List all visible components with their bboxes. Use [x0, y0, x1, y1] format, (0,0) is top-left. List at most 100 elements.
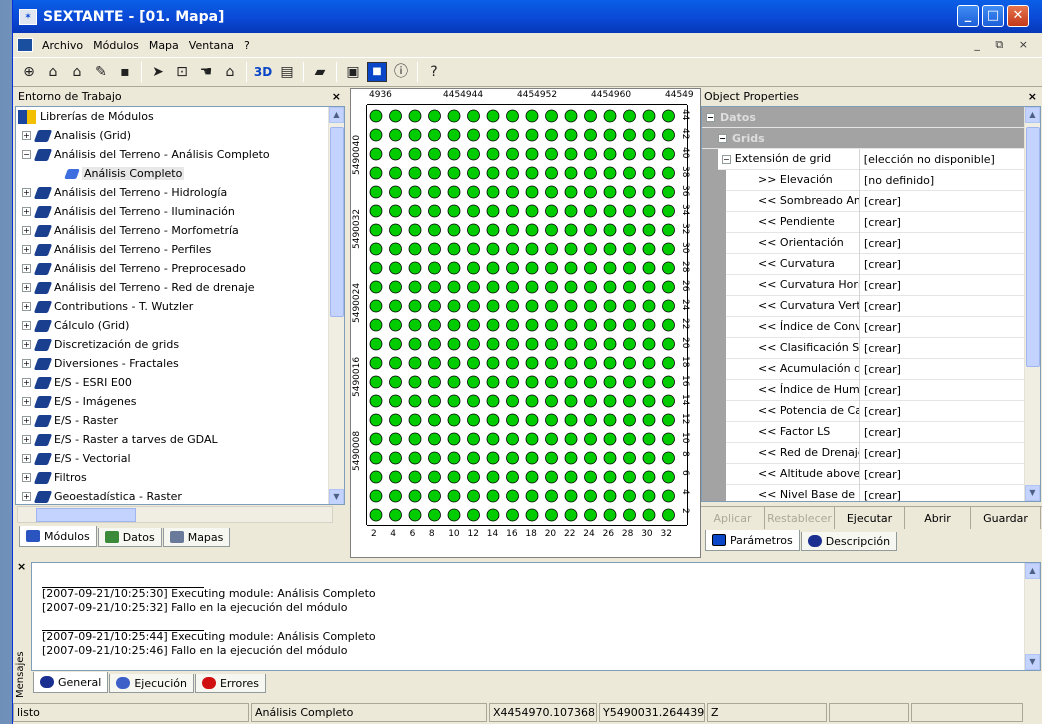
tree-item[interactable]: + E/S - Raster a tarves de GDAL — [16, 430, 344, 449]
expand-icon[interactable]: + — [22, 492, 31, 501]
close-button[interactable]: ✕ — [1007, 5, 1029, 27]
expand-icon[interactable]: + — [22, 359, 31, 368]
tree-item[interactable]: + Análisis del Terreno - Hidrología — [16, 183, 344, 202]
tab-datos[interactable]: Datos — [97, 528, 162, 547]
panel-close-button[interactable]: × — [332, 90, 341, 103]
menu-ventana[interactable]: Ventana — [184, 39, 239, 52]
property-row[interactable]: << Curvatura [crear] — [702, 253, 1025, 275]
tree-scrollbar[interactable]: ▲ ▼ — [328, 107, 344, 504]
tree-item[interactable]: + E/S - Vectorial — [16, 449, 344, 468]
zoom-layer-icon[interactable]: ✎ — [91, 62, 111, 82]
expand-icon[interactable]: + — [22, 435, 31, 444]
collapse-icon[interactable]: − — [718, 133, 727, 143]
scroll-up-arrow[interactable]: ▲ — [1025, 563, 1040, 579]
property-row[interactable]: << Altitude above [crear] — [702, 463, 1025, 485]
tree-item[interactable]: + Análisis del Terreno - Iluminación — [16, 202, 344, 221]
expand-icon[interactable]: + — [22, 340, 31, 349]
map-window-icon[interactable]: ■ — [367, 62, 387, 82]
tab-descripcion[interactable]: Descripción — [800, 532, 898, 551]
tab-mapas[interactable]: Mapas — [162, 528, 231, 547]
tree-item[interactable]: + Análisis del Terreno - Perfiles — [16, 240, 344, 259]
map-view[interactable]: 4936 4454944 4454952 4454960 44549 5490040 54… — [350, 88, 701, 558]
tree-item[interactable]: + Analisis (Grid) — [16, 126, 344, 145]
property-row[interactable]: << Sombreado Analítico[crear] — [702, 190, 1025, 212]
scroll-up-arrow[interactable]: ▲ — [1025, 107, 1040, 123]
tree-hscrollbar[interactable] — [17, 506, 333, 523]
document-icon[interactable] — [17, 38, 33, 52]
tree-item[interactable]: + Análisis del Terreno - Morfometría — [16, 221, 344, 240]
measure-icon[interactable]: ⌂ — [220, 62, 240, 82]
tree-item[interactable]: + E/S - Raster — [16, 411, 344, 430]
save-button[interactable]: Guardar — [971, 507, 1041, 529]
expand-icon[interactable]: + — [22, 131, 31, 140]
zoom-out-icon[interactable]: ⌂ — [67, 62, 87, 82]
layout-icon[interactable]: ▤ — [277, 62, 297, 82]
menu-modulos[interactable]: Módulos — [88, 39, 144, 52]
execute-button[interactable]: Ejecutar — [835, 507, 905, 529]
property-row[interactable]: << Potencia de Cauce[crear] — [702, 400, 1025, 422]
zoom-previous-icon[interactable]: ▪ — [115, 62, 135, 82]
expand-icon[interactable]: + — [22, 397, 31, 406]
property-row[interactable]: << Clasificación Semántica[crear] — [702, 337, 1025, 359]
tree-item[interactable]: + Análisis del Terreno - Preprocesado — [16, 259, 344, 278]
expand-icon[interactable]: + — [22, 188, 31, 197]
tree-item[interactable]: Análisis Completo — [16, 164, 344, 183]
property-row[interactable]: << Orientación [crear] — [702, 232, 1025, 254]
mdi-controls[interactable]: _ ⧉ × — [974, 38, 1034, 52]
expand-icon[interactable]: + — [22, 378, 31, 387]
prop-extension-grid[interactable]: − Extensión de grid [elección no disponibl… — [702, 148, 1025, 170]
tree-item[interactable]: + Discretización de grids — [16, 335, 344, 354]
title-bar[interactable]: ✶ SEXTANTE - [01. Mapa] _ □ ✕ — [13, 0, 1042, 33]
open-folder-icon[interactable]: ▰ — [310, 62, 330, 82]
props-scrollbar[interactable]: ▲ ▼ — [1024, 107, 1040, 501]
reset-button[interactable]: Restablecer — [765, 507, 835, 529]
property-row[interactable]: << Índice de Humedad[crear] — [702, 379, 1025, 401]
hscroll-thumb[interactable] — [36, 508, 136, 522]
property-row[interactable]: << Acumulación de flujo[crear] — [702, 358, 1025, 380]
3d-view-icon[interactable]: 3D — [253, 62, 273, 82]
tree-item[interactable]: + Análisis del Terreno - Red de drenaje — [16, 278, 344, 297]
pan-hand-icon[interactable]: ☚ — [196, 62, 216, 82]
property-row[interactable]: << Nivel Base de Red[crear] — [702, 484, 1025, 501]
help-icon[interactable]: ? — [424, 62, 444, 82]
expand-icon[interactable]: + — [22, 416, 31, 425]
apply-button[interactable]: Aplicar — [701, 507, 765, 529]
expand-icon[interactable]: + — [22, 207, 31, 216]
scroll-down-arrow[interactable]: ▼ — [329, 489, 344, 504]
property-row[interactable]: << Curvatura Vertical[crear] — [702, 295, 1025, 317]
expand-icon[interactable]: + — [22, 226, 31, 235]
section-grids[interactable]: − Grids — [702, 128, 1025, 149]
maximize-button[interactable]: □ — [982, 5, 1004, 27]
info-icon[interactable]: ⓘ — [391, 62, 411, 82]
property-row[interactable]: << Factor LS [crear] — [702, 421, 1025, 443]
expand-icon[interactable]: + — [22, 473, 31, 482]
tree-item[interactable]: + Geoestadística - Raster — [16, 487, 344, 504]
collapse-icon[interactable]: − — [722, 154, 731, 164]
collapse-icon[interactable]: − — [706, 112, 715, 122]
open-button[interactable]: Abrir — [905, 507, 971, 529]
pointer-icon[interactable]: ➤ — [148, 62, 168, 82]
scroll-thumb[interactable] — [330, 127, 344, 317]
property-row[interactable]: << Pendiente [crear] — [702, 211, 1025, 233]
scroll-down-arrow[interactable]: ▼ — [1025, 485, 1040, 501]
expand-icon[interactable]: + — [22, 321, 31, 330]
property-row[interactable]: << Índice de Convergencia[crear] — [702, 316, 1025, 338]
menu-archivo[interactable]: Archivo — [37, 39, 88, 52]
property-row[interactable]: << Curvatura Horizontal[crear] — [702, 274, 1025, 296]
expand-icon[interactable]: + — [22, 302, 31, 311]
tree-item[interactable]: + Diversiones - Fractales — [16, 354, 344, 373]
expand-icon[interactable]: + — [22, 283, 31, 292]
expand-icon[interactable]: − — [22, 150, 31, 159]
tree-item[interactable]: + Contributions - T. Wutzler — [16, 297, 344, 316]
messages-close-button[interactable]: × — [17, 560, 26, 573]
tab-ejecucion[interactable]: Ejecución — [109, 674, 194, 693]
tree-item[interactable]: + E/S - Imágenes — [16, 392, 344, 411]
expand-icon[interactable]: + — [22, 264, 31, 273]
tab-general[interactable]: General — [33, 672, 109, 693]
scroll-down-arrow[interactable]: ▼ — [1025, 654, 1040, 670]
property-row[interactable]: >> Elevación [no definido] — [702, 169, 1025, 191]
tab-parametros[interactable]: Parámetros — [705, 530, 800, 551]
log-scrollbar[interactable]: ▲ ▼ — [1024, 563, 1040, 670]
tree-item[interactable]: + E/S - ESRI E00 — [16, 373, 344, 392]
scroll-thumb[interactable] — [1026, 127, 1040, 367]
